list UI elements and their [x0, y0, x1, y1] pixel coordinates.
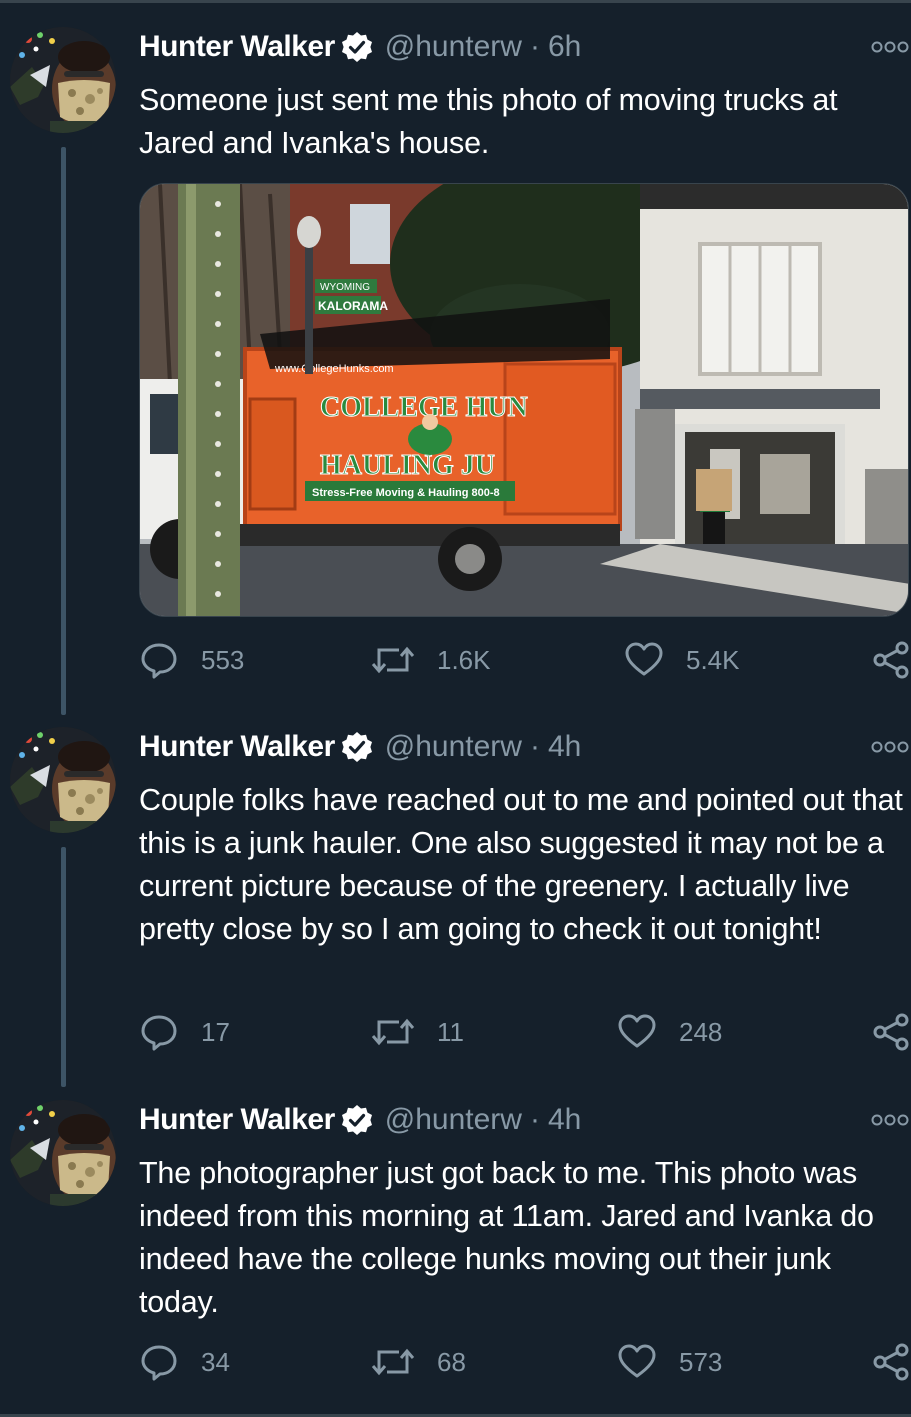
separator-dot: ·: [529, 30, 540, 63]
retweet-icon: [371, 646, 415, 674]
avatar-image: [10, 1100, 116, 1206]
avatar[interactable]: [10, 27, 116, 133]
street-sign-2-text: KALORAMA: [318, 299, 388, 313]
reply-button[interactable]: 553: [139, 640, 244, 680]
author-handle[interactable]: @hunterw: [385, 30, 522, 64]
reply-icon: [141, 643, 177, 679]
share-icon: [873, 1343, 909, 1381]
reply-icon: [141, 1345, 177, 1381]
timestamp[interactable]: 4h: [548, 1103, 581, 1137]
like-count: 248: [679, 1016, 723, 1047]
more-options-icon[interactable]: [871, 39, 909, 55]
tweet-actions-bar: 34 68 573: [139, 1342, 911, 1382]
timestamp[interactable]: 4h: [548, 730, 581, 764]
like-button[interactable]: 248: [617, 1012, 722, 1052]
retweet-count: 1.6K: [437, 644, 491, 675]
like-button[interactable]: 573: [617, 1342, 722, 1382]
separator-dot: ·: [529, 730, 540, 763]
author-name[interactable]: Hunter Walker: [139, 1103, 335, 1137]
like-count: 573: [679, 1346, 723, 1377]
author-handle[interactable]: @hunterw: [385, 730, 522, 764]
avatar[interactable]: [10, 1100, 116, 1206]
share-button[interactable]: [871, 1342, 911, 1382]
avatar-image: [10, 27, 116, 133]
tweet-header: Hunter Walker @hunterw · 4h: [139, 1100, 581, 1140]
retweet-count: 68: [437, 1346, 466, 1377]
share-button[interactable]: [871, 640, 911, 680]
reply-count: 17: [201, 1016, 230, 1047]
truck-line-2-text: HAULING JU: [320, 450, 495, 481]
retweet-count: 11: [437, 1016, 464, 1047]
street-sign-1-text: WYOMING: [320, 282, 370, 293]
heart-icon: [625, 642, 663, 676]
avatar-image: [10, 727, 116, 833]
tweet-header: Hunter Walker @hunterw · 4h: [139, 727, 581, 767]
author-name[interactable]: Hunter Walker: [139, 730, 335, 764]
reply-button[interactable]: 17: [139, 1012, 230, 1052]
top-divider: [0, 0, 911, 3]
moving-truck-photo: www.CollegeHunks.com COLLEGE HUN HAULING…: [140, 184, 908, 616]
share-icon: [873, 641, 909, 679]
tweet-header: Hunter Walker @hunterw · 6h: [139, 27, 581, 67]
timestamp[interactable]: 6h: [548, 30, 581, 64]
heart-icon: [618, 1344, 656, 1378]
like-button[interactable]: 5.4K: [624, 640, 740, 680]
retweet-icon: [371, 1018, 415, 1046]
tweet-text: The photographer just got back to me. Th…: [139, 1156, 874, 1319]
truck-url-text: www.CollegeHunks.com: [274, 363, 394, 375]
retweet-button[interactable]: 11: [371, 1012, 464, 1052]
tweet-media-photo[interactable]: www.CollegeHunks.com COLLEGE HUN HAULING…: [139, 183, 909, 617]
verified-badge-icon: [341, 1105, 372, 1135]
verified-badge-icon: [341, 732, 372, 762]
tweet-text: Couple folks have reached out to me and …: [139, 783, 903, 946]
reply-count: 34: [201, 1346, 230, 1377]
author-handle[interactable]: @hunterw: [385, 1103, 522, 1137]
truck-tagline-text: Stress-Free Moving & Hauling 800-8: [312, 487, 500, 499]
tweet-actions-bar: 17 11 248: [139, 1012, 911, 1052]
more-options-icon[interactable]: [871, 1112, 909, 1128]
reply-button[interactable]: 34: [139, 1342, 230, 1382]
retweet-button[interactable]: 68: [371, 1342, 466, 1382]
author-name[interactable]: Hunter Walker: [139, 30, 335, 64]
tweet-actions-bar: 553 1.6K 5.4K: [139, 640, 911, 680]
retweet-button[interactable]: 1.6K: [371, 640, 491, 680]
verified-badge-icon: [341, 32, 372, 62]
tweet[interactable]: Hunter Walker @hunterw · 4h Couple folks…: [0, 727, 911, 1057]
avatar[interactable]: [10, 727, 116, 833]
separator-dot: ·: [529, 1103, 540, 1136]
more-options-icon[interactable]: [871, 739, 909, 755]
reply-icon: [141, 1015, 177, 1051]
heart-icon: [618, 1014, 656, 1048]
share-icon: [873, 1013, 909, 1051]
tweet[interactable]: Hunter Walker @hunterw · 4h The photogra…: [0, 1100, 911, 1390]
retweet-icon: [371, 1348, 415, 1376]
tweet[interactable]: Hunter Walker @hunterw · 6h Someone just…: [0, 27, 911, 697]
reply-count: 553: [201, 644, 245, 675]
share-button[interactable]: [871, 1012, 911, 1052]
like-count: 5.4K: [686, 644, 740, 675]
tweet-text: Someone just sent me this photo of movin…: [139, 83, 838, 160]
